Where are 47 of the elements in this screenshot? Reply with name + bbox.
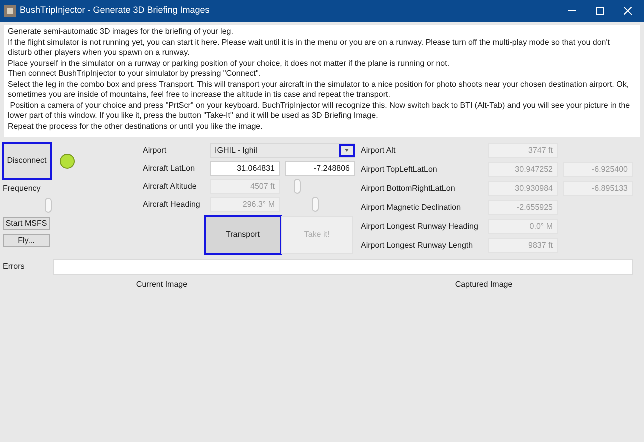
field-label: Airport Alt [361,144,397,156]
field-label: Airport Longest Runway Heading [361,220,480,232]
current-image-label: Current Image [135,279,189,291]
field-label: Airport BottomRightLatLon [361,182,456,194]
field-label: Airport Longest Runway Length [361,240,474,252]
instruction-text: Position a camera of your choice and press "PrtScr" on your keyboard. BuchTripInjector will recognize this. Now switch back to BTI (Alt-Tab) and you will see your picture in the lower part of this window. If you like it, press the button "Take-It" and it will be used as 3D Briefing Image. [8,100,632,122]
toolbar-button[interactable]: Start MSFS [3,217,50,230]
disconnect-button[interactable]: Disconnect [3,143,51,179]
toolbar-button[interactable]: Fly... [3,234,50,247]
instruction-text: If the flight simulator is not running yet, you can start it here. Please wait until it is in the menu or you are on a runway. Please turn off the multi-play mode so that you don't disturb other players when you spawn on a runway. [8,38,611,58]
frequency-slider-thumb[interactable] [45,198,52,213]
window-title: BushTripInjector - Generate 3D Briefing Images [20,4,210,18]
field-label: Aircraft LatLon [143,162,196,174]
frequency-label: Frequency [3,183,42,195]
instruction-text: Then connect BushTripInjector to your simulator by pressing "Connect". [8,69,262,80]
airport-combo[interactable]: IGHIL - Ighil [210,143,355,158]
errors-field[interactable] [53,259,633,275]
transport-button[interactable]: Transport [205,216,281,254]
readonly-field: 9837 ft [488,238,558,253]
field-label: Airport [143,144,168,156]
readonly-field: 4507 ft [210,179,280,194]
instruction-text: Place yourself in the simulator on a runway or parking position of your choice, it does not matter if the plane is running or not. [8,58,451,69]
captured-image-label: Captured Image [454,279,514,291]
instruction-text: Generate semi-automatic 3D images for the briefing of your leg. [8,27,234,38]
close-icon[interactable] [624,7,632,15]
maximize-icon[interactable] [596,7,604,15]
slider-thumb[interactable] [312,197,319,212]
readonly-field: 30.930984 [488,181,558,196]
app-icon [4,5,16,17]
readonly-field: 0.0° M [488,219,558,234]
field-label: Airport TopLeftLatLon [361,164,438,176]
field-label: Aircraft Altitude [143,180,198,192]
readonly-field: -2.655925 [488,200,558,215]
readonly-field: -6.925400 [563,162,633,177]
readonly-field: 296.3° M [210,197,280,212]
latitude-field[interactable]: 31.064831 [210,161,280,176]
dropdown-icon[interactable] [340,145,354,156]
longitude-field[interactable]: -7.248806 [285,161,355,176]
field-label: Airport Magnetic Declination [361,202,462,214]
instruction-text: Repeat the process for the other destinations or until you like the image. [8,122,264,132]
field-label: Aircraft Heading [143,198,202,210]
readonly-field: 3747 ft [488,143,558,158]
instruction-text: Select the leg in the combo box and press Transport. This will transport your aircraft in the simulator to a nice position for photo shoots near your chosen destination airport. Ok, sometimes you are inside of mountains, feel free to increase the altitude in tis case and repeat the transport. [8,80,630,100]
errors-label: Errors [3,261,26,273]
slider-thumb[interactable] [294,179,301,194]
readonly-field: 30.947252 [488,162,558,177]
readonly-field: -6.895133 [563,181,633,196]
